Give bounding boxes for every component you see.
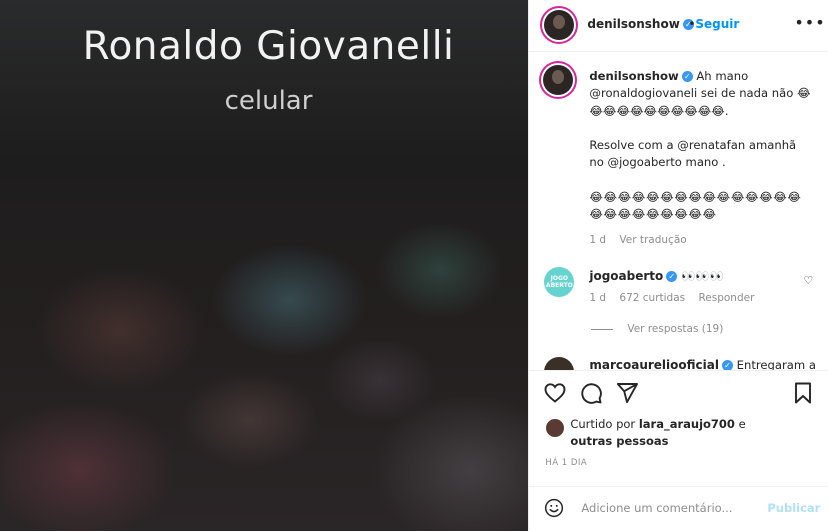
comment-jogoaberto: jogoaberto ✓ 👀👀👀 [589,269,724,283]
verified-icon: ✓ [666,271,678,282]
reply-button[interactable]: Responder [698,292,754,304]
bookmark-icon[interactable] [791,381,815,405]
author-username[interactable]: denilsonshow ✓ [587,17,694,31]
caption-meta: 1 d Ver tradução [589,234,696,246]
more-options-icon[interactable]: ••• [794,13,825,32]
verified-icon: ✓ [681,71,693,82]
verified-icon: ✓ [721,360,733,370]
comment-input[interactable] [579,500,764,516]
caption-username[interactable]: denilsonshow ✓ [589,69,693,83]
liker-avatar[interactable] [546,419,565,437]
translate-link[interactable]: Ver tradução [619,234,686,246]
jogoaberto-avatar[interactable]: JOGO ABERTO [544,267,575,297]
post-media[interactable]: Ronaldo Giovanelli celular [0,0,529,531]
comment-box: Publicar [529,486,828,532]
comment-username[interactable]: jogoaberto ✓ [589,269,678,283]
caption-time[interactable]: 1 d [589,234,606,246]
comment-time[interactable]: 1 d [589,292,606,304]
post-side-panel: denilsonshow ✓ • Seguir ••• denilsonshow ✓… [528,0,828,531]
caller-name: Ronaldo Giovanelli [82,24,455,69]
comment-like-heart-icon[interactable]: ♡ [803,274,813,287]
heart-icon[interactable] [543,381,567,405]
comment-likes[interactable]: 672 curtidas [619,292,685,304]
caption-line2: Resolve com a @renatafan amanhã no @jogo… [589,138,797,170]
instagram-post-modal: Ronaldo Giovanelli celular denilsonshow ✓… [0,0,828,531]
post-time-ago[interactable]: HÁ 1 DIA [545,458,587,468]
view-replies-link[interactable]: Ver respostas (19) [591,323,723,335]
caller-label: celular [224,86,313,116]
publish-button[interactable]: Publicar [767,501,820,515]
liker-username[interactable]: lara_araujo700 [639,417,735,431]
comment-text: 👀👀👀 [680,269,725,283]
action-bar [529,370,828,411]
comment-meta: 1 d 672 curtidas Responder [589,292,764,304]
share-icon[interactable] [615,381,639,405]
caption-emojis: 😂😂😂😂😂😂😂😂😂😂😂😂😂😂😂😂😂😂😂😂😂😂😂😂 [589,190,802,222]
comments-list[interactable]: denilsonshow ✓ Ah mano @ronaldogiovaneli … [529,52,828,370]
author-avatar[interactable] [544,10,575,40]
blurred-background [0,0,529,531]
post-header: denilsonshow ✓ • Seguir ••• [529,0,828,52]
comment-text: Entregaram a [736,358,816,370]
comment-marcoaurelio: marcoaureliooficial ✓ Entregaram a [589,358,816,370]
caption-avatar[interactable] [543,65,574,95]
follow-button[interactable]: Seguir [695,17,739,31]
marco-avatar[interactable] [544,357,575,370]
comment-username[interactable]: marcoaureliooficial ✓ [589,358,733,370]
liked-by-text: Curtido por lara_araujo700 e outras pess… [570,417,746,448]
comment-icon[interactable] [579,381,603,405]
emoji-icon[interactable] [544,498,564,518]
other-likers-link[interactable]: outras pessoas [570,434,668,448]
post-caption: denilsonshow ✓ Ah mano @ronaldogiovaneli … [589,68,813,224]
